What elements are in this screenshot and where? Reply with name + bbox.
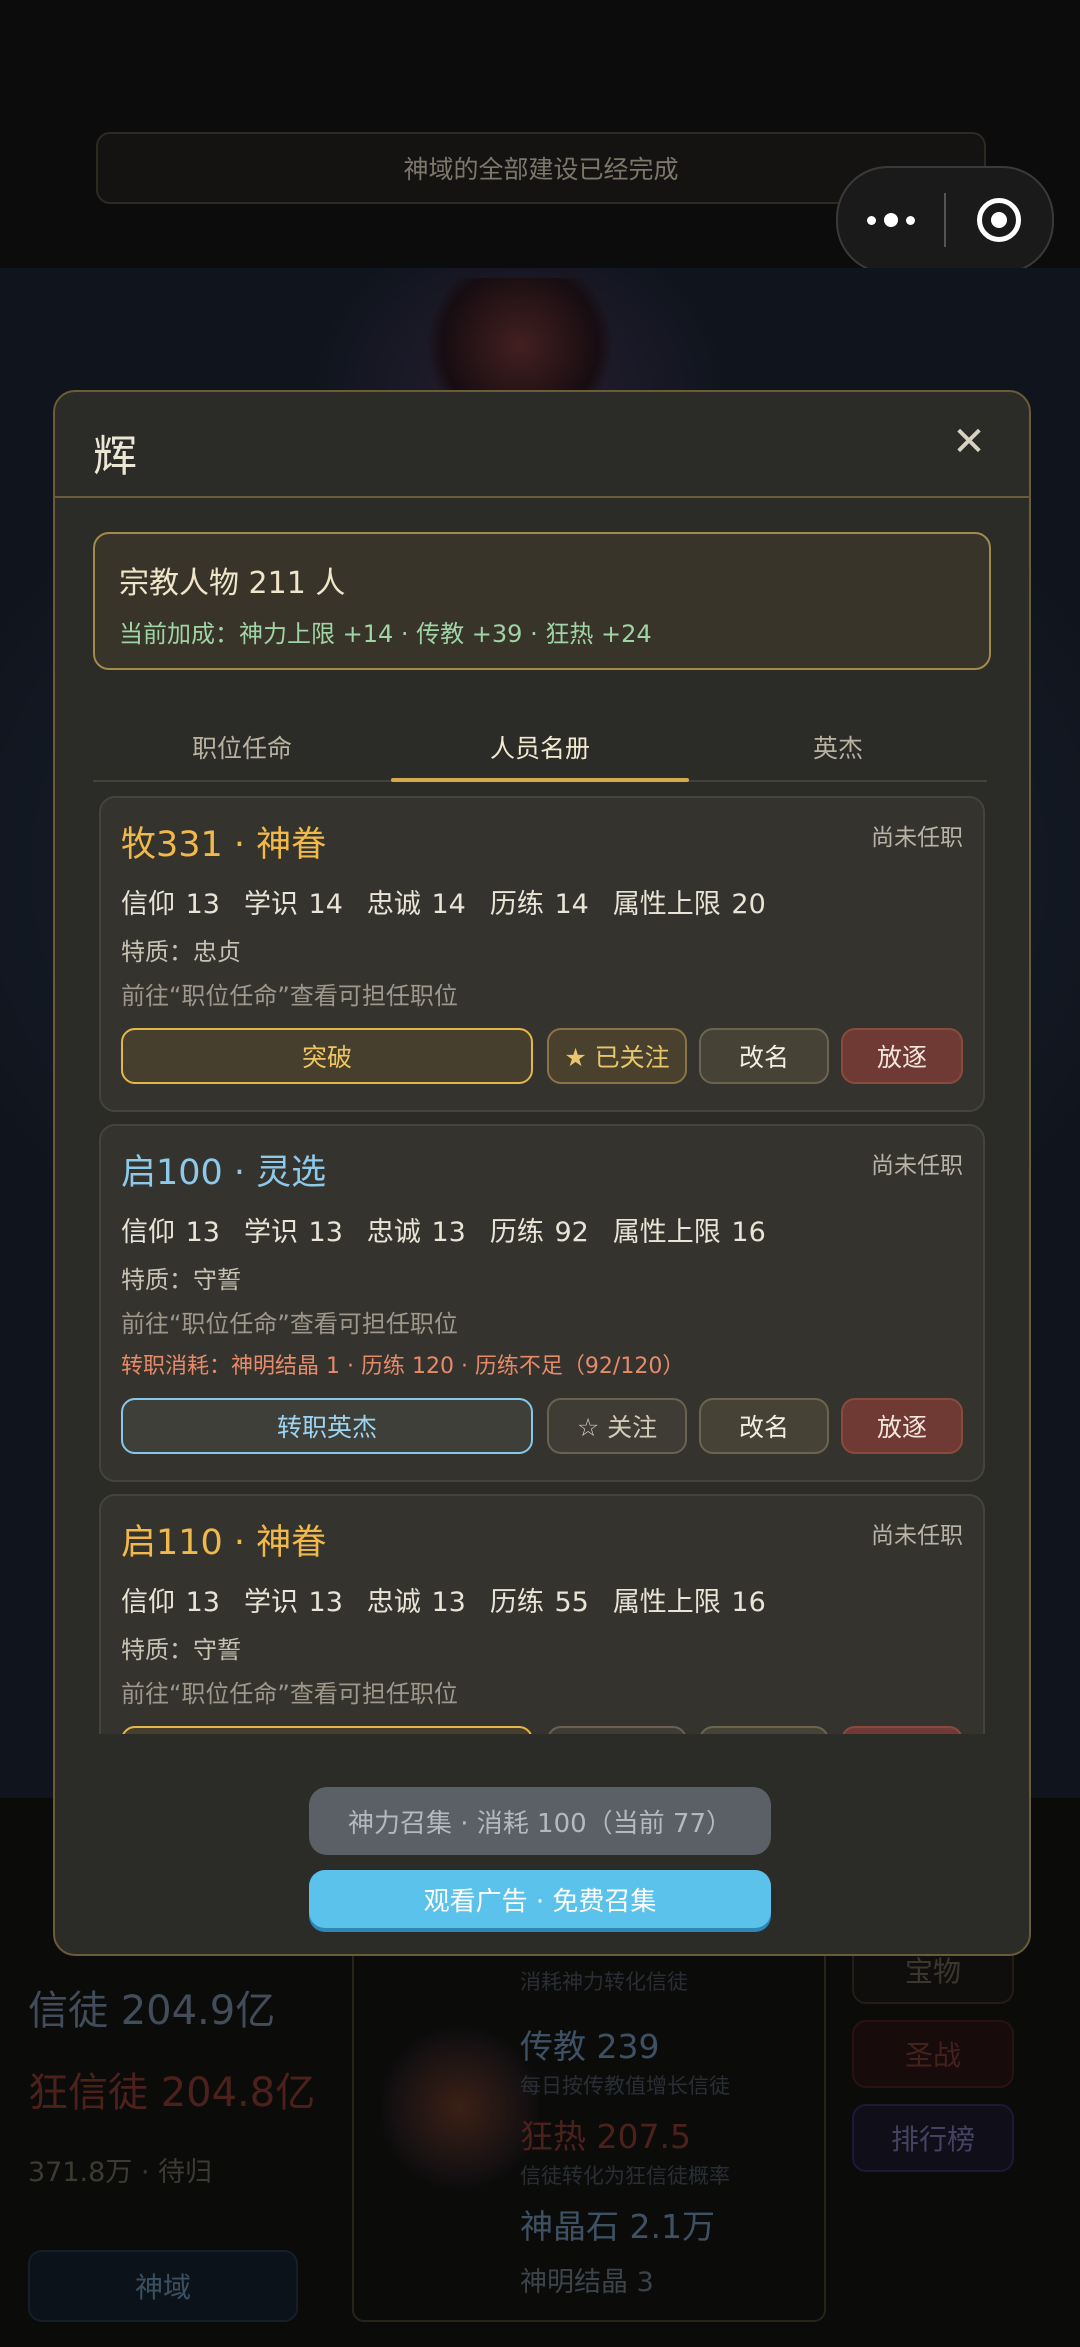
class-change-cost: 转职消耗：神明结晶 1 · 历练 120 · 历练不足（92/120） [121, 1354, 685, 1379]
religion-summary-panel: 宗教人物 211 人 当前加成：神力上限 +14 · 传教 +39 · 狂热 +… [93, 532, 991, 670]
member-stats: 信仰 13 学识 13 忠诚 13 历练 55 属性上限 16 [121, 1580, 790, 1619]
top-bar: 神域的全部建设已经完成 [0, 0, 1080, 274]
stat-loyalty: 忠诚 13 [366, 1587, 466, 1618]
rename-button[interactable]: 改名 [699, 1028, 829, 1084]
rename-button[interactable]: 改名 [699, 1398, 829, 1454]
stat-faith: 信仰 13 [121, 889, 220, 920]
follow-button[interactable]: ☆ 关注 [547, 1398, 687, 1454]
main-action-button[interactable] [121, 1726, 533, 1734]
tab-member-roster[interactable]: 人员名册 [391, 714, 689, 782]
modal-title: 辉 [93, 431, 137, 482]
follow-button[interactable] [547, 1726, 687, 1734]
close-icon[interactable]: ✕ [943, 416, 995, 468]
member-trait: 特质：守誓 [121, 1636, 241, 1664]
stat-cap: 属性上限 16 [612, 1217, 766, 1248]
member-status: 尚未任职 [871, 825, 963, 851]
stat-experience: 历练 55 [489, 1587, 589, 1618]
stat-experience: 历练 14 [489, 889, 589, 920]
stat-knowledge: 学识 13 [243, 1587, 343, 1618]
member-card: 启100 · 灵选 尚未任职 信仰 13 学识 13 忠诚 13 历练 92 属性上限 … [99, 1124, 985, 1482]
member-stats: 信仰 13 学识 14 忠诚 14 历练 14 属性上限 20 [121, 882, 790, 921]
member-name: 启110 · 神眷 [121, 1523, 327, 1563]
tab-position-appointment[interactable]: 职位任命 [93, 714, 391, 780]
exile-button[interactable]: 放逐 [841, 1028, 963, 1084]
stat-loyalty: 忠诚 14 [366, 889, 466, 920]
member-count: 宗教人物 211 人 [119, 566, 346, 601]
watch-ad-summon-button[interactable]: 观看广告 · 免费召集 [309, 1870, 771, 1928]
member-card: 启110 · 神眷 尚未任职 信仰 13 学识 13 忠诚 13 历练 55 属性上限 … [99, 1494, 985, 1734]
stat-knowledge: 学识 13 [243, 1217, 343, 1248]
modal-header: 辉 ✕ [55, 392, 1029, 498]
stat-faith: 信仰 13 [121, 1587, 220, 1618]
tab-bar: 职位任命 人员名册 英杰 [93, 714, 987, 782]
exit-miniprogram-icon[interactable] [946, 198, 1052, 242]
member-name: 牧331 · 神眷 [121, 825, 327, 865]
stat-cap: 属性上限 16 [612, 1587, 766, 1618]
stat-cap: 属性上限 20 [612, 889, 766, 920]
member-status: 尚未任职 [871, 1153, 963, 1179]
rename-button[interactable] [699, 1726, 829, 1734]
member-status: 尚未任职 [871, 1523, 963, 1549]
stat-knowledge: 学识 14 [243, 889, 343, 920]
member-hint: 前往“职位任命”查看可担任职位 [121, 1680, 458, 1708]
exile-button[interactable] [841, 1726, 963, 1734]
member-card: 牧331 · 神眷 尚未任职 信仰 13 学识 14 忠诚 14 历练 14 属性上限 … [99, 796, 985, 1112]
member-name: 启100 · 灵选 [121, 1153, 327, 1193]
member-list[interactable]: 牧331 · 神眷 尚未任职 信仰 13 学识 14 忠诚 14 历练 14 属性上限 … [99, 796, 995, 1734]
member-hint: 前往“职位任命”查看可担任职位 [121, 1310, 458, 1338]
followed-button[interactable]: ★ 已关注 [547, 1028, 687, 1084]
breakthrough-button[interactable]: 突破 [121, 1028, 533, 1084]
tab-heroes[interactable]: 英杰 [689, 714, 987, 780]
exile-button[interactable]: 放逐 [841, 1398, 963, 1454]
stat-loyalty: 忠诚 13 [366, 1217, 466, 1248]
member-trait: 特质：忠贞 [121, 938, 241, 966]
stat-experience: 历练 92 [489, 1217, 589, 1248]
divine-summon-button[interactable]: 神力召集 · 消耗 100（当前 77） [309, 1787, 771, 1855]
more-icon[interactable] [838, 213, 944, 227]
current-bonus: 当前加成：神力上限 +14 · 传教 +39 · 狂热 +24 [119, 620, 652, 648]
member-stats: 信仰 13 学识 13 忠诚 13 历练 92 属性上限 16 [121, 1210, 790, 1249]
personnel-modal: 辉 ✕ 宗教人物 211 人 当前加成：神力上限 +14 · 传教 +39 · … [53, 390, 1031, 1956]
miniprogram-capsule [836, 166, 1054, 274]
member-trait: 特质：守誓 [121, 1266, 241, 1294]
stat-faith: 信仰 13 [121, 1217, 220, 1248]
promote-hero-button[interactable]: 转职英杰 [121, 1398, 533, 1454]
member-hint: 前往“职位任命”查看可担任职位 [121, 982, 458, 1010]
